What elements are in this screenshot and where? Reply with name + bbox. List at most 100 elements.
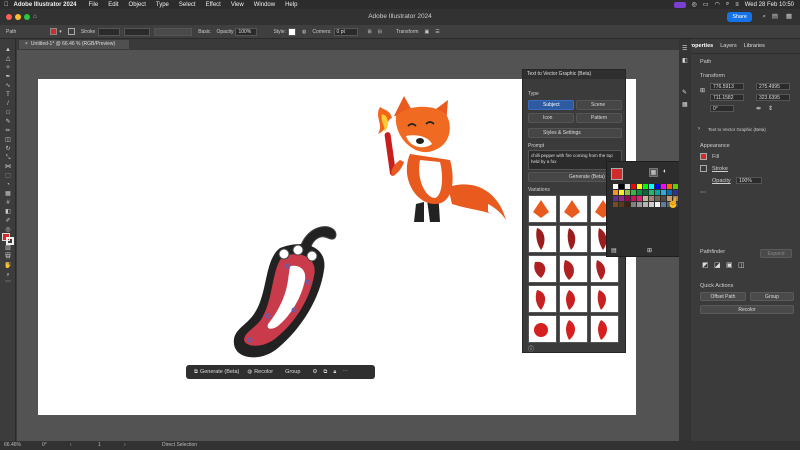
app-menu[interactable]: Adobe Illustrator 2024 bbox=[14, 2, 77, 8]
appearance-more-icon[interactable]: ⋯ bbox=[700, 189, 706, 196]
picker-current-color[interactable] bbox=[611, 168, 623, 180]
rotate-tool-icon[interactable]: ↻ bbox=[4, 146, 12, 152]
color-swatch[interactable] bbox=[649, 184, 654, 189]
artboard-number-field[interactable]: 1 bbox=[98, 441, 101, 450]
more-options-icon[interactable]: ☰ bbox=[435, 29, 439, 35]
clock[interactable]: Wed 28 Feb 10:50 bbox=[745, 2, 794, 8]
eraser-tool-icon[interactable]: ◫ bbox=[4, 137, 12, 143]
color-swatch[interactable] bbox=[613, 202, 618, 207]
screen-mode-icon[interactable]: ▭ bbox=[4, 261, 12, 267]
color-mixer-mode-icon[interactable]: ◐ bbox=[663, 168, 667, 175]
color-swatch[interactable] bbox=[625, 202, 630, 207]
type-icon-button[interactable]: Icon bbox=[528, 113, 574, 123]
brushes-icon[interactable]: ✎ bbox=[682, 89, 687, 96]
rotate-view-field[interactable]: 0° bbox=[42, 441, 47, 450]
recolor-artwork-icon[interactable]: ◍ bbox=[302, 29, 306, 35]
scale-tool-icon[interactable]: ⤡ bbox=[4, 155, 12, 161]
type-subject-button[interactable]: Subject bbox=[528, 100, 574, 110]
transform-label[interactable]: Transform bbox=[396, 29, 419, 35]
fill-swatch[interactable]: ▾ bbox=[50, 28, 62, 35]
color-swatch[interactable] bbox=[613, 184, 618, 189]
ctx-duplicate-icon[interactable]: ⧉ bbox=[323, 369, 327, 376]
free-transform-tool-icon[interactable]: ⬚ bbox=[4, 173, 12, 179]
apple-icon[interactable]:  bbox=[4, 2, 9, 8]
swatches-mode-icon[interactable]: ▦ bbox=[649, 168, 658, 177]
color-swatch[interactable] bbox=[619, 184, 624, 189]
style-label[interactable]: Style: bbox=[273, 29, 286, 35]
curvature-tool-icon[interactable]: ∿ bbox=[4, 83, 12, 89]
zoom-window-icon[interactable] bbox=[24, 14, 30, 20]
distribute-icon[interactable]: ⊟ bbox=[378, 29, 382, 35]
appearance-stroke-label[interactable]: Stroke bbox=[712, 166, 728, 172]
color-swatch[interactable] bbox=[673, 184, 678, 189]
menu-window[interactable]: Window bbox=[254, 2, 275, 8]
column-graph-tool-icon[interactable]: ▥ bbox=[4, 245, 12, 251]
brush-definition[interactable]: Basic bbox=[198, 29, 210, 35]
pathfinder-intersect-icon[interactable]: ▣ bbox=[726, 261, 733, 269]
workspace-icon[interactable]: ▦ bbox=[786, 9, 792, 25]
perspective-grid-tool-icon[interactable]: ▦ bbox=[4, 191, 12, 197]
group-button[interactable]: Group bbox=[750, 292, 794, 301]
artboard-prev-icon[interactable]: ‹ bbox=[70, 441, 72, 450]
color-swatch[interactable] bbox=[637, 184, 642, 189]
color-swatch[interactable] bbox=[637, 202, 642, 207]
share-button[interactable]: Share bbox=[727, 12, 752, 22]
color-swatch[interactable] bbox=[649, 202, 654, 207]
color-swatch[interactable] bbox=[667, 184, 672, 189]
tab-layers[interactable]: Layers bbox=[720, 43, 737, 49]
tab-libraries[interactable]: Libraries bbox=[744, 43, 765, 49]
corners-label[interactable]: Corners: bbox=[312, 29, 331, 35]
zoom-level-field[interactable]: 66.46% bbox=[4, 441, 21, 450]
color-swatch[interactable] bbox=[655, 184, 660, 189]
color-swatch[interactable] bbox=[661, 202, 666, 207]
isolate-icon[interactable]: ▣ bbox=[425, 29, 430, 35]
color-swatch[interactable] bbox=[631, 184, 636, 189]
recolor-button[interactable]: Recolor bbox=[700, 305, 794, 314]
color-swatch[interactable] bbox=[643, 184, 648, 189]
w-field[interactable]: 275.4995 bbox=[756, 83, 790, 90]
gradient-tool-icon[interactable]: ◧ bbox=[4, 209, 12, 215]
eyedropper-tool-icon[interactable]: ✐ bbox=[4, 218, 12, 224]
fox-illustration[interactable] bbox=[370, 92, 510, 227]
color-swatch[interactable] bbox=[631, 202, 636, 207]
pathfinder-minus-front-icon[interactable]: ◪ bbox=[714, 261, 721, 269]
draw-mode-icon[interactable]: ◫ bbox=[4, 252, 12, 258]
color-swatch[interactable] bbox=[625, 190, 630, 195]
appearance-opacity-field[interactable]: 100% bbox=[736, 177, 762, 184]
appearance-fill-label[interactable]: Fill bbox=[712, 154, 719, 160]
line-tool-icon[interactable]: / bbox=[4, 101, 12, 107]
offset-path-button[interactable]: Offset Path bbox=[700, 292, 746, 301]
edit-toolbar-icon[interactable]: ⋯ bbox=[4, 279, 12, 285]
picker-new-swatch-icon[interactable]: ⊞ bbox=[647, 247, 652, 254]
picker-library-icon[interactable]: ▤ bbox=[611, 247, 617, 254]
menu-edit[interactable]: Edit bbox=[108, 2, 118, 8]
color-swatch[interactable] bbox=[643, 202, 648, 207]
stroke-label[interactable]: Stroke bbox=[81, 29, 95, 35]
properties-icon[interactable]: ☰ bbox=[682, 45, 687, 52]
record-icon[interactable] bbox=[673, 1, 686, 8]
color-swatch[interactable] bbox=[649, 190, 654, 195]
color-swatch[interactable] bbox=[649, 196, 654, 201]
appearance-opacity-label[interactable]: Opacity bbox=[712, 178, 731, 184]
chili-pepper-illustration[interactable] bbox=[228, 218, 343, 363]
type-scene-button[interactable]: Scene bbox=[576, 100, 622, 110]
pathfinder-unite-icon[interactable]: ◩ bbox=[702, 261, 709, 269]
color-swatch[interactable] bbox=[619, 202, 624, 207]
pathfinder-expand-button[interactable]: Expand bbox=[760, 249, 792, 258]
type-tool-icon[interactable]: T bbox=[4, 92, 12, 98]
opacity-label[interactable]: Opacity bbox=[217, 29, 234, 35]
selection-tool-icon[interactable]: ▲ bbox=[4, 47, 12, 53]
color-swatch[interactable] bbox=[625, 196, 630, 201]
direct-selection-tool-icon[interactable]: △ bbox=[4, 56, 12, 62]
menu-file[interactable]: File bbox=[89, 2, 99, 8]
color-swatch[interactable] bbox=[619, 196, 624, 201]
arrange-icon[interactable]: ▤ bbox=[772, 9, 778, 25]
stroke-swatch[interactable] bbox=[67, 28, 75, 35]
close-window-icon[interactable] bbox=[6, 14, 12, 20]
menu-view[interactable]: View bbox=[231, 2, 244, 8]
color-swatch[interactable] bbox=[631, 196, 636, 201]
opacity-field[interactable]: 100% bbox=[235, 27, 258, 36]
pencil-tool-icon[interactable]: ✏ bbox=[4, 128, 12, 134]
brush-field[interactable] bbox=[154, 27, 193, 36]
cc-icon[interactable]: ◎ bbox=[692, 1, 697, 8]
